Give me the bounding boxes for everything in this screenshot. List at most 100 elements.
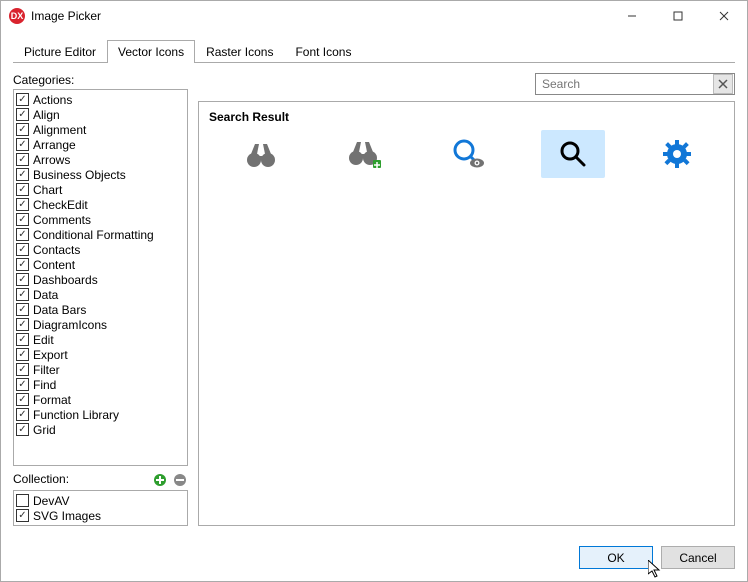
category-item[interactable]: ✓ Align	[16, 107, 185, 122]
category-label: Conditional Formatting	[33, 228, 154, 242]
category-item[interactable]: ✓ Format	[16, 392, 185, 407]
category-label: Actions	[33, 93, 72, 107]
category-item[interactable]: ✓Edit	[16, 332, 185, 347]
footer: OK Cancel	[1, 538, 747, 581]
category-item[interactable]: ✓ Dashboards	[16, 272, 185, 287]
checkbox-icon[interactable]: ✓	[16, 138, 29, 151]
category-label: Format	[33, 393, 71, 407]
checkbox-icon[interactable]: ✓	[16, 378, 29, 391]
category-label: Data Bars	[33, 303, 86, 317]
checkbox-icon[interactable]: ✓	[16, 213, 29, 226]
minimize-button[interactable]	[609, 1, 655, 31]
maximize-button[interactable]	[655, 1, 701, 31]
window-title: Image Picker	[31, 9, 609, 23]
category-label: Align	[33, 108, 60, 122]
categories-label: Categories:	[13, 73, 188, 87]
category-item[interactable]: ✓ Chart	[16, 182, 185, 197]
category-item[interactable]: ✓ Comments	[16, 212, 185, 227]
checkbox-icon[interactable]: ✓	[16, 333, 29, 346]
app-icon: DX	[9, 8, 25, 24]
category-item[interactable]: ✓Data	[16, 287, 185, 302]
add-collection-button[interactable]	[152, 472, 168, 488]
category-item[interactable]: ✓ Function Library	[16, 407, 185, 422]
category-label: Dashboards	[33, 273, 98, 287]
tab-picture-editor[interactable]: Picture Editor	[13, 40, 107, 63]
tab-raster-icons[interactable]: Raster Icons	[195, 40, 284, 63]
checkbox-icon[interactable]: ✓	[16, 228, 29, 241]
category-label: Content	[33, 258, 75, 272]
checkbox-icon[interactable]: ✓	[16, 168, 29, 181]
binoculars-add-icon[interactable]	[333, 130, 397, 178]
category-label: Chart	[33, 183, 62, 197]
tab-bar: Picture Editor Vector Icons Raster Icons…	[13, 39, 735, 63]
collection-label: DevAV	[33, 494, 69, 508]
mouse-cursor	[648, 560, 664, 580]
collection-item[interactable]: DevAV	[16, 493, 185, 508]
search-input[interactable]	[536, 75, 712, 93]
category-label: Arrange	[33, 138, 76, 152]
category-item[interactable]: ✓ Data Bars	[16, 302, 185, 317]
category-item[interactable]: ✓ Content	[16, 257, 185, 272]
checkbox-icon[interactable]: ✓	[16, 273, 29, 286]
checkbox-icon[interactable]: ✓	[16, 258, 29, 271]
category-item[interactable]: ✓Contacts	[16, 242, 185, 257]
tab-vector-icons[interactable]: Vector Icons	[107, 40, 195, 63]
category-label: Grid	[33, 423, 56, 437]
category-label: Export	[33, 348, 68, 362]
collection-item[interactable]: ✓ SVG Images	[16, 508, 185, 523]
search-clear-button[interactable]	[713, 74, 733, 94]
category-label: Find	[33, 378, 56, 392]
checkbox-icon[interactable]	[16, 494, 29, 507]
category-item[interactable]: ✓Arrows	[16, 152, 185, 167]
checkbox-icon[interactable]: ✓	[16, 243, 29, 256]
results-title: Search Result	[209, 110, 724, 124]
remove-collection-button[interactable]	[172, 472, 188, 488]
category-item[interactable]: ✓ Conditional Formatting	[16, 227, 185, 242]
checkbox-icon[interactable]: ✓	[16, 303, 29, 316]
checkbox-icon[interactable]: ✓	[16, 393, 29, 406]
checkbox-icon[interactable]: ✓	[16, 348, 29, 361]
category-label: Comments	[33, 213, 91, 227]
category-label: Alignment	[33, 123, 86, 137]
checkbox-icon[interactable]: ✓	[16, 198, 29, 211]
collection-label: Collection:	[13, 472, 69, 486]
titlebar: DX Image Picker	[1, 1, 747, 31]
category-label: Function Library	[33, 408, 119, 422]
magnifier-eye-icon[interactable]	[437, 130, 501, 178]
checkbox-icon[interactable]: ✓	[16, 318, 29, 331]
checkbox-icon[interactable]: ✓	[16, 423, 29, 436]
collection-label: SVG Images	[33, 509, 101, 523]
checkbox-icon[interactable]: ✓	[16, 363, 29, 376]
categories-list[interactable]: ✓Actions✓Align✓Alignment✓Arrange✓Arrows✓…	[13, 89, 188, 466]
magnifier-icon[interactable]	[541, 130, 605, 178]
search-box	[535, 73, 735, 95]
binoculars-icon[interactable]	[229, 130, 293, 178]
category-item[interactable]: ✓ Filter	[16, 362, 185, 377]
tab-font-icons[interactable]: Font Icons	[284, 40, 362, 63]
checkbox-icon[interactable]: ✓	[16, 123, 29, 136]
collection-list[interactable]: DevAV ✓ SVG Images	[13, 490, 188, 526]
category-item[interactable]: ✓ Actions	[16, 92, 185, 107]
checkbox-icon[interactable]: ✓	[16, 108, 29, 121]
checkbox-icon[interactable]: ✓	[16, 183, 29, 196]
category-item[interactable]: ✓ Arrange	[16, 137, 185, 152]
category-item[interactable]: ✓ Grid	[16, 422, 185, 437]
category-label: Business Objects	[33, 168, 126, 182]
category-label: DiagramIcons	[33, 318, 107, 332]
checkbox-icon[interactable]: ✓	[16, 509, 29, 522]
category-item[interactable]: ✓ Export	[16, 347, 185, 362]
checkbox-icon[interactable]: ✓	[16, 408, 29, 421]
gear-icon[interactable]	[645, 130, 709, 178]
category-item[interactable]: ✓ Business Objects	[16, 167, 185, 182]
category-item[interactable]: ✓ Alignment	[16, 122, 185, 137]
ok-button[interactable]: OK	[579, 546, 653, 569]
category-item[interactable]: ✓ Find	[16, 377, 185, 392]
category-label: Filter	[33, 363, 60, 377]
category-item[interactable]: ✓ DiagramIcons	[16, 317, 185, 332]
cancel-button[interactable]: Cancel	[661, 546, 735, 569]
close-button[interactable]	[701, 1, 747, 31]
category-item[interactable]: ✓CheckEdit	[16, 197, 185, 212]
checkbox-icon[interactable]: ✓	[16, 288, 29, 301]
checkbox-icon[interactable]: ✓	[16, 93, 29, 106]
checkbox-icon[interactable]: ✓	[16, 153, 29, 166]
